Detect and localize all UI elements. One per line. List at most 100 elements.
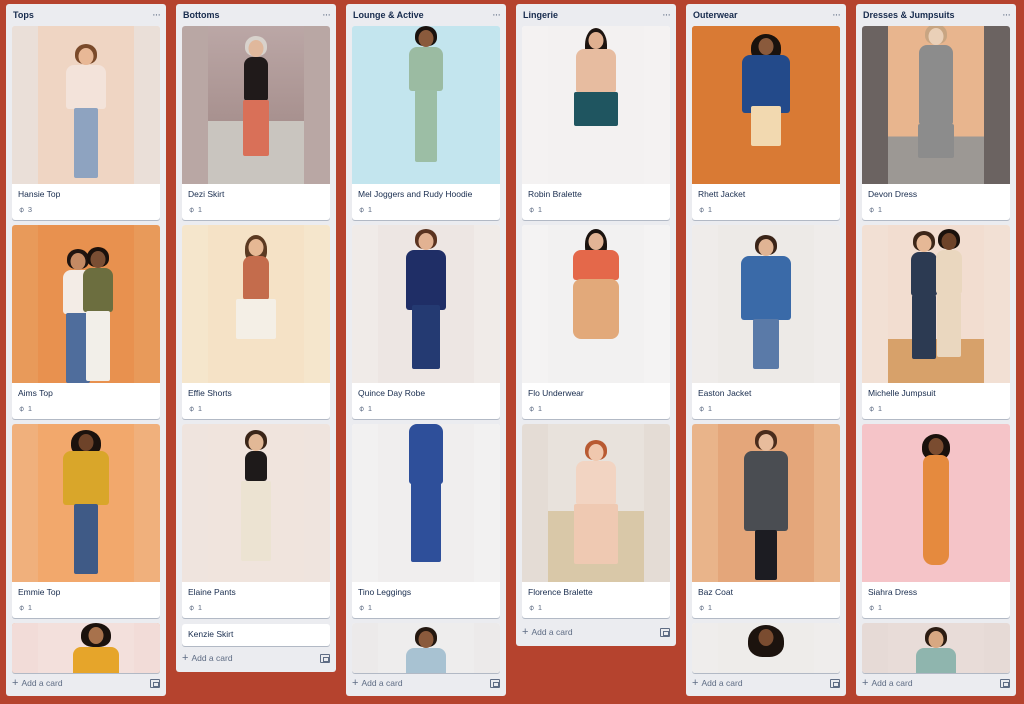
card[interactable]: Easton Jacket ⌀ 1: [692, 225, 840, 419]
card-title: Hansie Top: [18, 189, 61, 199]
attachment-badge: ⌀ 1: [16, 602, 32, 612]
add-card-button[interactable]: + Add a card: [692, 674, 840, 692]
card[interactable]: Dezi Skirt ⌀ 1: [182, 26, 330, 220]
attachment-badge: ⌀ 1: [526, 403, 542, 413]
paperclip-icon: ⌀: [356, 602, 367, 612]
card[interactable]: Aims Top ⌀ 1: [12, 225, 160, 419]
card-title: Mel Joggers and Rudy Hoodie: [358, 189, 473, 199]
attachment-badge: ⌀ 3: [16, 204, 32, 214]
list-header[interactable]: Outerwear ···: [686, 4, 846, 26]
card[interactable]: Elaine Pants ⌀ 1: [182, 424, 330, 618]
card-title: Rhett Jacket: [698, 189, 746, 199]
card[interactable]: [862, 623, 1010, 673]
add-card-button[interactable]: + Add a card: [522, 623, 670, 641]
card-template-icon[interactable]: [830, 678, 840, 688]
paperclip-icon: ⌀: [16, 602, 27, 612]
card-template-icon[interactable]: [660, 627, 670, 637]
card-title: Quince Day Robe: [358, 388, 426, 398]
card-template-icon[interactable]: [320, 653, 330, 663]
list-title[interactable]: Bottoms: [183, 10, 220, 20]
attachment-badge: ⌀ 1: [866, 403, 882, 413]
list-header[interactable]: Tops ···: [6, 4, 166, 26]
attachment-badge: ⌀ 1: [186, 403, 202, 413]
card-title: Elaine Pants: [188, 587, 236, 597]
card[interactable]: Rhett Jacket ⌀ 1: [692, 26, 840, 220]
attachment-badge: ⌀ 1: [356, 602, 372, 612]
list-title[interactable]: Tops: [13, 10, 34, 20]
card[interactable]: [12, 623, 160, 673]
card-cover-image: [862, 424, 1010, 582]
card-cover-image: [182, 424, 330, 582]
card-title: Aims Top: [18, 388, 53, 398]
list-dresses-jumpsuits: Dresses & Jumpsuits ··· Devon Dress ⌀1: [856, 4, 1016, 696]
list-header[interactable]: Lounge & Active ···: [346, 4, 506, 26]
list-lingerie: Lingerie ··· Robin Bralette ⌀ 1 Flo Unde…: [516, 4, 676, 646]
card-cover-image: [522, 225, 670, 383]
card[interactable]: [692, 623, 840, 673]
list-header[interactable]: Lingerie ···: [516, 4, 676, 26]
paperclip-icon: ⌀: [186, 403, 197, 413]
card[interactable]: Michelle Jumpsuit ⌀ 1: [862, 225, 1010, 419]
add-card-button[interactable]: + Add a card: [12, 674, 160, 692]
card[interactable]: Devon Dress ⌀ 1: [862, 26, 1010, 220]
card[interactable]: [352, 623, 500, 673]
list-header[interactable]: Bottoms ···: [176, 4, 336, 26]
more-horizontal-icon[interactable]: ···: [1002, 9, 1011, 21]
attachment-badge: ⌀ 1: [186, 204, 202, 214]
paperclip-icon: ⌀: [356, 204, 367, 214]
card-title: Devon Dress: [868, 189, 918, 199]
card[interactable]: Tino Leggings ⌀ 1: [352, 424, 500, 618]
list-title[interactable]: Lingerie: [523, 10, 558, 20]
add-card-button[interactable]: + Add a card: [182, 649, 330, 667]
card[interactable]: Quince Day Robe ⌀ 1: [352, 225, 500, 419]
card-template-icon[interactable]: [150, 678, 160, 688]
card-cover-image: [692, 623, 840, 673]
card[interactable]: Florence Bralette ⌀ 1: [522, 424, 670, 618]
card-template-icon[interactable]: [490, 678, 500, 688]
card[interactable]: Effie Shorts ⌀ 1: [182, 225, 330, 419]
card-cover-image: [862, 225, 1010, 383]
paperclip-icon: ⌀: [526, 204, 537, 214]
more-horizontal-icon[interactable]: ···: [152, 9, 161, 21]
card-title: Kenzie Skirt: [188, 629, 234, 639]
add-card-button[interactable]: + Add a card: [352, 674, 500, 692]
attachment-badge: ⌀ 1: [696, 602, 712, 612]
card-cover-image: [522, 424, 670, 582]
card-title: Flo Underwear: [528, 388, 584, 398]
attachment-badge: ⌀ 1: [356, 204, 372, 214]
more-horizontal-icon[interactable]: ···: [492, 9, 501, 21]
card-title: Easton Jacket: [698, 388, 752, 398]
card-title: Siahra Dress: [868, 587, 918, 597]
card-cover-image: [352, 424, 500, 582]
paperclip-icon: ⌀: [186, 602, 197, 612]
card-cover-image: [692, 26, 840, 184]
card-cover-image: [692, 225, 840, 383]
card-title: Tino Leggings: [358, 587, 412, 597]
list-title[interactable]: Outerwear: [693, 10, 738, 20]
plus-icon: +: [352, 677, 359, 689]
list-bottoms: Bottoms ··· Dezi Skirt ⌀ 1 Effie Shorts …: [176, 4, 336, 672]
more-horizontal-icon[interactable]: ···: [832, 9, 841, 21]
list-title[interactable]: Dresses & Jumpsuits: [863, 10, 955, 20]
card[interactable]: Hansie Top ⌀ 3: [12, 26, 160, 220]
list-header[interactable]: Dresses & Jumpsuits ···: [856, 4, 1016, 26]
add-card-button[interactable]: + Add a card: [862, 674, 1010, 692]
card[interactable]: Siahra Dress ⌀ 1: [862, 424, 1010, 618]
card[interactable]: Flo Underwear ⌀ 1: [522, 225, 670, 419]
more-horizontal-icon[interactable]: ···: [662, 9, 671, 21]
card[interactable]: Mel Joggers and Rudy Hoodie ⌀ 1: [352, 26, 500, 220]
card-title: Emmie Top: [18, 587, 61, 597]
card-cover-image: [182, 26, 330, 184]
attachment-badge: ⌀ 1: [696, 204, 712, 214]
card[interactable]: Kenzie Skirt: [182, 624, 330, 646]
card[interactable]: Baz Coat ⌀ 1: [692, 424, 840, 618]
list-lounge-active: Lounge & Active ··· Mel Joggers and Rudy…: [346, 4, 506, 696]
more-horizontal-icon[interactable]: ···: [322, 9, 331, 21]
paperclip-icon: ⌀: [16, 204, 27, 214]
card[interactable]: Robin Bralette ⌀ 1: [522, 26, 670, 220]
list-title[interactable]: Lounge & Active: [353, 10, 424, 20]
card[interactable]: Emmie Top ⌀ 1: [12, 424, 160, 618]
card-title: Effie Shorts: [188, 388, 232, 398]
card-template-icon[interactable]: [1000, 678, 1010, 688]
paperclip-icon: ⌀: [866, 204, 877, 214]
